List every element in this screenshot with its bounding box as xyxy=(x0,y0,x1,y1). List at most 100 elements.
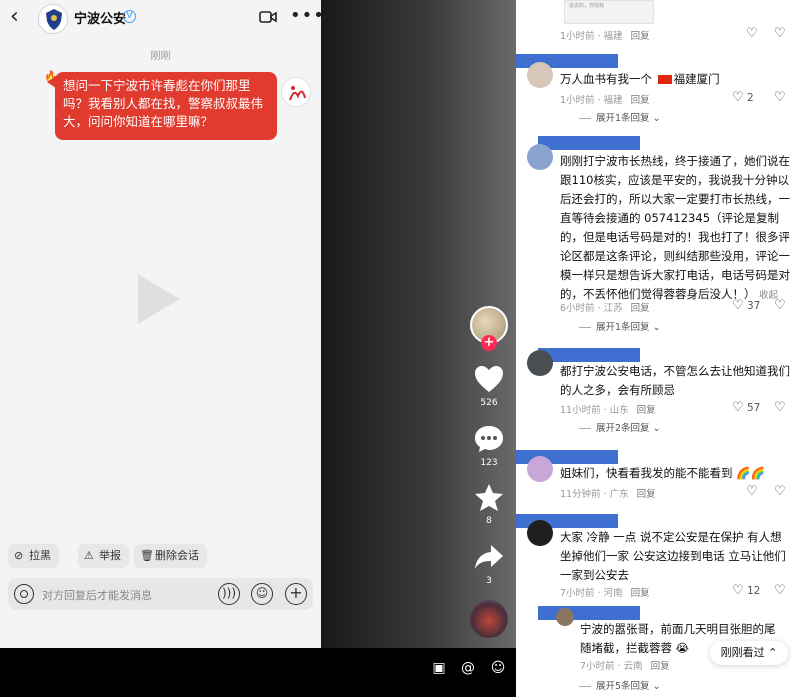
comment-meta: 11分钟前 · 广东 回复 xyxy=(560,489,656,500)
voice-icon[interactable]: ))) xyxy=(218,583,240,605)
self-avatar[interactable] xyxy=(281,77,311,107)
emoji-icon[interactable]: ☺ xyxy=(251,583,273,605)
like-count: 37 xyxy=(747,300,761,312)
username-redaction xyxy=(538,136,640,150)
like-icon[interactable] xyxy=(473,364,505,394)
message-input-bar: 对方回复后才能发消息 ))) ☺ + xyxy=(8,578,313,610)
mention-icon[interactable]: @ xyxy=(460,660,476,676)
comment-meta: 7小时前 · 云南 回复 xyxy=(580,661,670,672)
dislike-icon[interactable]: ♡ xyxy=(774,400,786,415)
verified-icon: V xyxy=(123,10,136,23)
reply-button[interactable]: 回复 xyxy=(631,303,650,314)
comment-meta: 1小时前 · 福建 回复 xyxy=(560,31,650,42)
comment-text: 都打宁波公安电话，不管怎么去让他知道我们的人之多，会有所顾忌 xyxy=(560,364,790,397)
comment-icon[interactable] xyxy=(473,424,505,454)
expand-replies[interactable]: 展开5条回复 ⌄ xyxy=(579,678,661,692)
more-icon[interactable]: ••• xyxy=(290,5,321,26)
block-button[interactable]: ⊘ 拉黑 xyxy=(8,544,59,568)
image-icon[interactable]: ▣ xyxy=(431,660,447,676)
comment-time: 1小时前 xyxy=(560,31,595,42)
comment-text: 大家 冷静 一点 说不定公安是在保护 有人想坐掉他们一家 公安这边接到电话 立马… xyxy=(560,530,786,582)
heart-icon[interactable]: ♡ xyxy=(746,26,758,41)
share-icon[interactable] xyxy=(473,542,505,572)
report-label: 举报 xyxy=(99,549,121,562)
video-call-icon[interactable] xyxy=(259,10,277,24)
commenter-avatar[interactable] xyxy=(556,608,574,626)
camera-icon[interactable] xyxy=(14,584,34,604)
music-disc[interactable] xyxy=(470,600,508,638)
comment-time: 11分钟前 xyxy=(560,489,601,500)
chat-panel: ‹ 宁波公安 V ••• 刚刚 🔥 想问一下宁波市许春彪在你们那里吗？我看别人都… xyxy=(0,0,321,648)
reply-button[interactable]: 回复 xyxy=(631,588,650,599)
heart-icon[interactable]: ♡ xyxy=(746,484,758,499)
favorite-count: 8 xyxy=(486,516,492,526)
plus-icon[interactable]: + xyxy=(285,583,307,605)
expand-replies[interactable]: 展开1条回复 ⌄ xyxy=(579,110,661,124)
dislike-icon[interactable]: ♡ xyxy=(774,484,786,499)
commenter-avatar[interactable] xyxy=(527,520,553,546)
comments-panel: 进去的，你找我 1小时前 · 福建 回复 ♡ ♡ 万人血书有我一个 福建厦门 1小… xyxy=(516,0,800,697)
like-button[interactable]: ♡ 2 xyxy=(732,90,754,105)
comment-meta: 1小时前 · 福建 回复 xyxy=(560,95,650,106)
comment-count: 123 xyxy=(480,458,498,468)
commenter-avatar[interactable] xyxy=(527,350,553,376)
like-button[interactable]: ♡ 57 xyxy=(732,400,760,415)
flag-icon xyxy=(657,75,672,84)
message-bubble[interactable]: 想问一下宁波市许春彪在你们那里吗？我看别人都在找，警察叔叔最伟大，问问你知道在哪… xyxy=(55,72,277,140)
delete-label: 删除会话 xyxy=(155,549,199,562)
comment-time: 7小时前 xyxy=(560,588,595,599)
comment-location: 广东 xyxy=(609,489,629,500)
recently-viewed-button[interactable]: 刚刚看过 ⌃ xyxy=(710,641,788,665)
expand-label: 展开1条回复 xyxy=(596,113,650,124)
expand-replies[interactable]: 展开2条回复 ⌄ xyxy=(579,420,661,434)
reply-button[interactable]: 回复 xyxy=(631,95,650,106)
rainbow-icon: 🌈🌈 xyxy=(736,466,765,480)
play-icon xyxy=(138,274,180,324)
follow-button[interactable]: + xyxy=(481,335,497,351)
crying-emoji-icon: 😭 xyxy=(675,641,690,655)
comment-body: 刚刚打宁波市长热线，终于接通了，她们说在跟110核实，应该是平安的，我说我十分钟… xyxy=(560,154,790,301)
comment-location: 福建 xyxy=(603,95,623,106)
comment-location: 福建 xyxy=(603,31,623,42)
report-button[interactable]: ⚠ 举报 xyxy=(78,544,129,568)
delete-chat-button[interactable]: 🗑删除会话 xyxy=(134,544,207,568)
chat-header: ‹ 宁波公安 V ••• xyxy=(0,0,321,36)
comment-text: 万人血书有我一个 福建厦门 xyxy=(560,70,790,89)
username-redaction xyxy=(538,606,640,620)
like-count: 526 xyxy=(480,398,498,408)
username-redaction xyxy=(538,348,640,362)
reply-button[interactable]: 回复 xyxy=(637,405,656,416)
back-icon[interactable]: ‹ xyxy=(10,6,30,28)
message-input[interactable]: 对方回复后才能发消息 xyxy=(42,587,152,603)
expand-label: 展开5条回复 xyxy=(596,681,650,692)
comment-meta: 11小时前 · 山东 回复 xyxy=(560,405,656,416)
commenter-avatar[interactable] xyxy=(527,62,553,88)
emoji-icon[interactable]: ☺ xyxy=(490,660,506,676)
dislike-icon[interactable]: ♡ xyxy=(774,90,786,105)
dislike-icon[interactable]: ♡ xyxy=(774,26,786,41)
contact-name: 宁波公安 xyxy=(74,12,127,27)
like-count: 57 xyxy=(747,402,761,414)
heart-icon: ♡ xyxy=(732,583,744,598)
heart-icon: ♡ xyxy=(732,90,744,105)
reply-button[interactable]: 回复 xyxy=(631,31,650,42)
comment-meta: 6小时前 · 江苏 回复 xyxy=(560,303,650,314)
commenter-avatar[interactable] xyxy=(527,456,553,482)
trash-icon: 🗑 xyxy=(140,549,154,562)
expand-label: 展开1条回复 xyxy=(596,322,650,333)
comment-time: 7小时前 xyxy=(580,661,615,672)
expand-replies[interactable]: 展开1条回复 ⌄ xyxy=(579,319,661,333)
reply-button[interactable]: 回复 xyxy=(651,661,670,672)
star-icon[interactable] xyxy=(473,482,505,512)
avatar[interactable] xyxy=(38,4,68,34)
expand-label: 展开2条回复 xyxy=(596,423,650,434)
comment-image[interactable]: 进去的，你找我 xyxy=(564,0,654,24)
dislike-icon[interactable]: ♡ xyxy=(774,298,786,313)
dislike-icon[interactable]: ♡ xyxy=(774,583,786,598)
like-button[interactable]: ♡ 37 xyxy=(732,298,760,313)
commenter-avatar[interactable] xyxy=(527,144,553,170)
like-button[interactable]: ♡ 12 xyxy=(732,583,760,598)
comment-text: 姐妹们，快看看我发的能不能看到 🌈🌈 xyxy=(560,464,790,483)
reply-button[interactable]: 回复 xyxy=(637,489,656,500)
comment-location: 云南 xyxy=(623,661,643,672)
